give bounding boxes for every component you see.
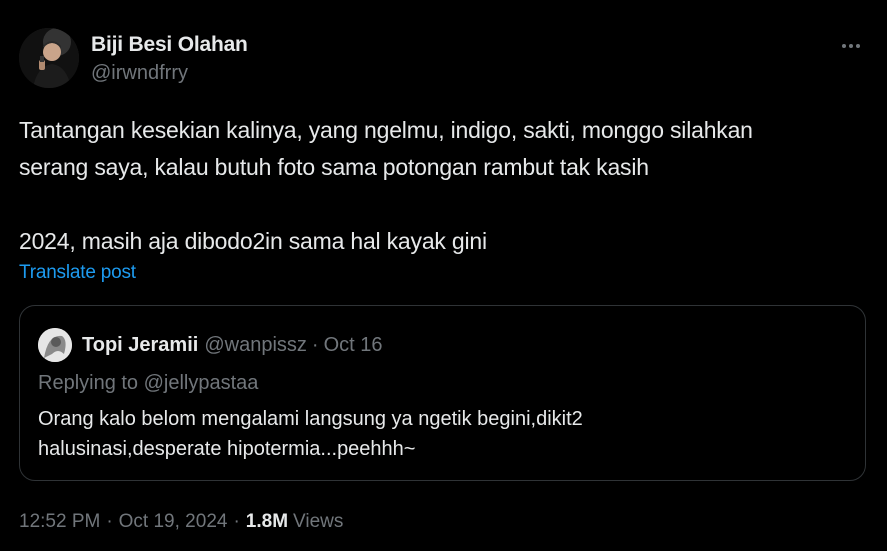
more-button[interactable] xyxy=(833,28,869,64)
post-header: Biji Besi Olahan @irwndfrry xyxy=(19,28,869,90)
author-names: Biji Besi Olahan @irwndfrry xyxy=(91,32,248,86)
separator-dot: · xyxy=(106,511,113,532)
quoted-author-display-name[interactable]: Topi Jeramii xyxy=(82,332,198,358)
separator-dot: · xyxy=(311,334,319,356)
author-avatar[interactable] xyxy=(19,28,79,88)
quoted-post-date[interactable]: Oct 16 xyxy=(324,332,383,358)
quoted-post-text: Orang kalo belom mengalami langsung ya n… xyxy=(38,408,583,460)
separator-dot: · xyxy=(233,511,240,532)
quoted-post[interactable]: Topi Jeramii @wanpissz · Oct 16 Replying… xyxy=(19,305,866,481)
post-card: Biji Besi Olahan @irwndfrry Tantangan ke… xyxy=(0,0,887,551)
quoted-post-header: Topi Jeramii @wanpissz · Oct 16 xyxy=(38,328,382,362)
views-label: Views xyxy=(293,511,344,532)
post-time[interactable]: 12:52 PM xyxy=(19,509,100,535)
replying-to-label: Replying to @jellypastaa xyxy=(38,372,259,394)
translate-post-link[interactable]: Translate post xyxy=(19,262,136,284)
post-text: Tantangan kesekian kalinya, yang ngelmu,… xyxy=(19,117,753,254)
post-date[interactable]: Oct 19, 2024 xyxy=(119,509,228,535)
author-handle[interactable]: @irwndfrry xyxy=(91,60,248,86)
quoted-author-avatar[interactable] xyxy=(38,328,72,362)
post-meta: 12:52 PM · Oct 19, 2024 · 1.8M Views xyxy=(19,509,343,535)
quoted-author-handle[interactable]: @wanpissz xyxy=(204,332,307,358)
more-horizontal-icon xyxy=(842,44,860,48)
views-count[interactable]: 1.8M xyxy=(246,509,288,535)
author-display-name[interactable]: Biji Besi Olahan xyxy=(91,32,248,58)
